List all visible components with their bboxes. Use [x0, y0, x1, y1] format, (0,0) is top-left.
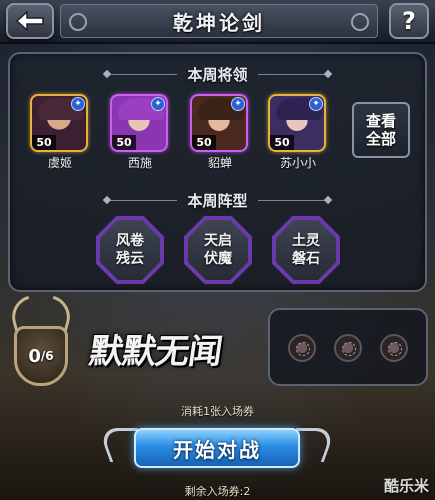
weekly-panel: 本周将领 ✦ 50 虞姬 ✦ 50 西施 ✦ 50 貂蝉 ✦ 50 苏小小 查看… — [8, 52, 427, 292]
class-icon: ✦ — [309, 97, 323, 111]
class-icon: ✦ — [231, 97, 245, 111]
weekly-heroes-title: 本周将领 — [187, 66, 248, 84]
class-icon: ✦ — [151, 97, 165, 111]
hero-level: 50 — [32, 135, 56, 150]
formation-name: 风卷残云 — [100, 220, 160, 280]
empty-slot-icon — [288, 334, 316, 362]
hero-level: 50 — [112, 135, 136, 150]
ornament-icon — [351, 13, 369, 31]
hero-portrait: ✦ 50 — [110, 94, 168, 152]
hero-portrait: ✦ 50 — [30, 94, 88, 152]
formation-button[interactable]: 天启伏魔 — [184, 216, 252, 284]
formation-name: 土灵磐石 — [276, 220, 336, 280]
hero-level: 50 — [192, 135, 216, 150]
progress-shield: 0/6 — [14, 326, 68, 386]
back-arrow-icon — [15, 10, 44, 32]
weekly-heroes-header: 本周将领 — [10, 64, 425, 85]
hero-name: 苏小小 — [279, 156, 316, 170]
hero-portrait: ✦ 50 — [190, 94, 248, 152]
hero-name: 西施 — [127, 156, 152, 170]
hero-card[interactable]: ✦ 50 西施 — [110, 94, 170, 171]
hero-card[interactable]: ✦ 50 苏小小 — [268, 94, 328, 171]
mode-name: 默默无闻 — [86, 331, 225, 372]
start-button-frame: 开始对战 — [97, 420, 337, 478]
top-bar: 乾坤论剑 ? — [0, 0, 435, 44]
page-title: 乾坤论剑 — [173, 10, 265, 35]
remaining-tickets-text: 剩余入场券:2 — [184, 485, 251, 498]
empty-slot-icon — [380, 334, 408, 362]
hero-card[interactable]: ✦ 50 虞姬 — [30, 94, 90, 171]
help-button[interactable]: ? — [389, 3, 429, 39]
back-button[interactable] — [6, 3, 54, 39]
rank-emblem: 0/6 — [4, 295, 78, 394]
start-battle-button[interactable]: 开始对战 — [134, 428, 300, 468]
hero-level: 50 — [270, 135, 294, 150]
formation-button[interactable]: 风卷残云 — [96, 216, 164, 284]
weekly-formations-header: 本周阵型 — [10, 190, 425, 211]
formation-name: 天启伏魔 — [188, 220, 248, 280]
progress-total: /6 — [40, 349, 54, 363]
hero-name: 貂蝉 — [207, 156, 232, 170]
watermark: 酷乐米 — [383, 477, 429, 495]
progress-current: 0 — [28, 345, 41, 367]
weekly-formations-title: 本周阵型 — [187, 192, 248, 210]
ornament-icon — [69, 13, 87, 31]
hero-card[interactable]: ✦ 50 貂蝉 — [190, 94, 250, 171]
hero-portrait: ✦ 50 — [268, 94, 326, 152]
reward-slots — [268, 308, 428, 386]
cost-text: 消耗1张入场券 — [181, 405, 254, 418]
empty-slot-icon — [334, 334, 362, 362]
view-all-button[interactable]: 查看全部 — [352, 102, 410, 158]
formation-button[interactable]: 土灵磐石 — [272, 216, 340, 284]
title-plate: 乾坤论剑 — [60, 4, 378, 38]
hero-name: 虞姬 — [47, 156, 72, 170]
class-icon: ✦ — [71, 97, 85, 111]
